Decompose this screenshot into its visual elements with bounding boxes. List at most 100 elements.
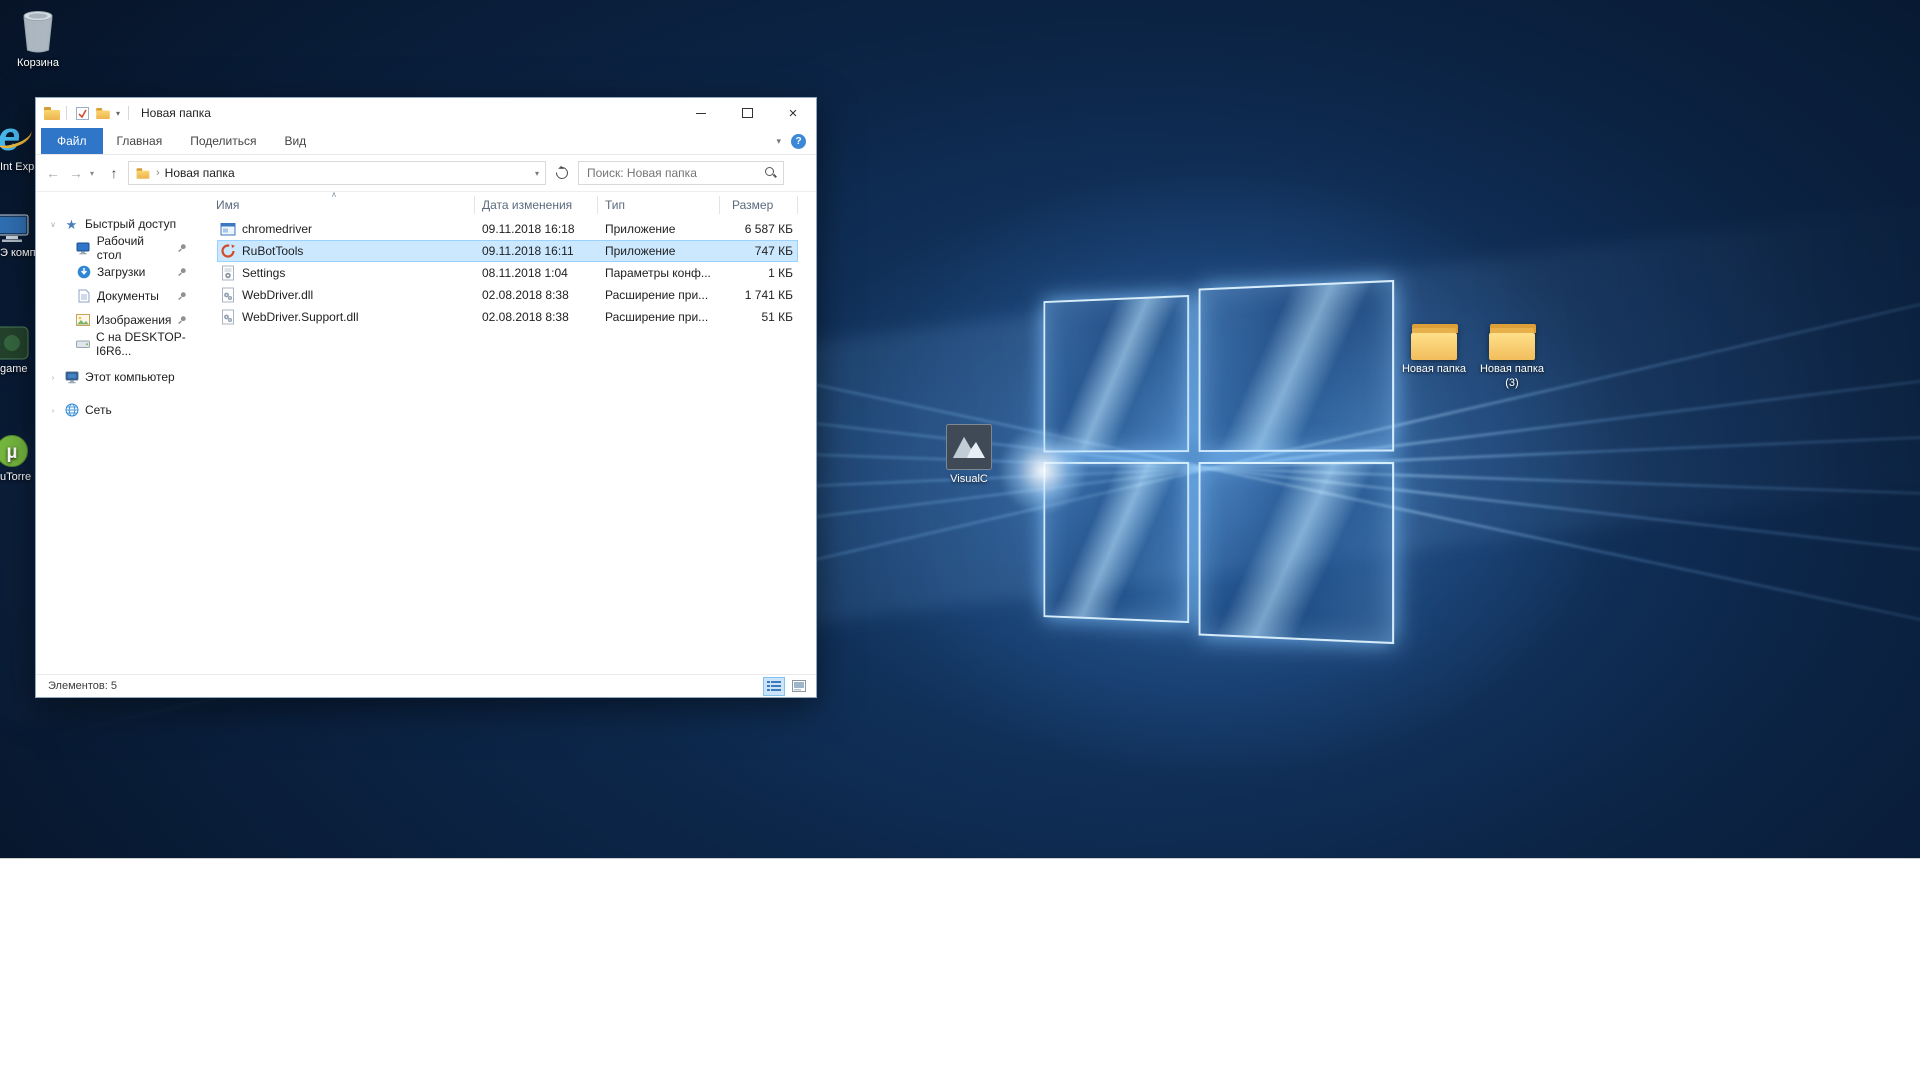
sidebar-item-network[interactable]: › Сеть [36, 398, 199, 422]
desktop-icon-label: Новая папка (3) [1472, 363, 1552, 391]
desktop-icon-internet-explorer[interactable]: e Int Exp [0, 118, 38, 175]
file-row[interactable]: Settings 08.11.2018 1:04 Параметры конф.… [217, 262, 798, 284]
column-header-date[interactable]: Дата изменения [475, 196, 598, 214]
settings-file-icon [220, 265, 236, 281]
refresh-icon [554, 165, 571, 182]
tab-home[interactable]: Главная [103, 128, 177, 154]
file-size: 1 741 КБ [720, 288, 798, 302]
file-size: 6 587 КБ [720, 222, 798, 236]
desktop-icon-visualc[interactable]: VisualC [930, 424, 1008, 487]
sidebar-item-label: Документы [97, 289, 159, 303]
quick-access-star-icon: ★ [64, 218, 79, 231]
address-bar[interactable]: › Новая папка ▾ [128, 161, 546, 185]
desktop-icon-label: Э комп [0, 247, 38, 261]
rubottools-icon [220, 243, 236, 259]
status-bar: Элементов: 5 [36, 674, 816, 697]
navigation-toolbar: ← → ▾ ↑ › Новая папка ▾ [36, 155, 816, 192]
titlebar[interactable]: ▾ Новая папка × [36, 98, 816, 128]
ribbon-tabs: Файл Главная Поделиться Вид ▾ ? [36, 128, 816, 155]
recent-locations-dropdown[interactable]: ▾ [90, 169, 100, 178]
search-icon [765, 167, 777, 179]
refresh-button[interactable] [551, 167, 573, 179]
explorer-window: ▾ Новая папка × Файл Главная Поделиться … [35, 97, 817, 698]
qat-customize-dropdown[interactable]: ▾ [114, 109, 122, 118]
address-dropdown-icon[interactable]: ▾ [535, 169, 539, 178]
close-button[interactable]: × [770, 98, 816, 128]
file-row[interactable]: WebDriver.dll 02.08.2018 8:38 Расширение… [217, 284, 798, 306]
sidebar-item-desktop[interactable]: Рабочий стол [36, 236, 199, 260]
desktop-icon-game[interactable]: game [0, 326, 38, 377]
file-size: 1 КБ [720, 266, 798, 280]
file-row-selected[interactable]: RuBotTools 09.11.2018 16:11 Приложение 7… [217, 240, 798, 262]
file-row[interactable]: WebDriver.Support.dll 02.08.2018 8:38 Ра… [217, 306, 798, 328]
window-folder-icon [44, 107, 60, 120]
navigation-pane: ∨ ★ Быстрый доступ Рабочий стол [36, 192, 199, 674]
file-name: WebDriver.dll [242, 288, 313, 302]
up-button[interactable]: ↑ [105, 165, 123, 181]
application-icon [220, 221, 236, 237]
column-header-type[interactable]: Тип [598, 196, 720, 214]
sidebar-item-label: Этот компьютер [85, 370, 175, 384]
svg-text:µ: µ [7, 442, 18, 463]
downloads-icon [76, 265, 91, 279]
desktop: Корзина e Int Exp Э комп game [0, 0, 1920, 1080]
maximize-button[interactable] [724, 98, 770, 128]
forward-button[interactable]: → [67, 165, 85, 181]
folder-icon [1472, 324, 1552, 360]
sidebar-item-downloads[interactable]: Загрузки [36, 260, 199, 284]
chevron-down-icon[interactable]: ∨ [48, 220, 58, 229]
file-size: 51 КБ [720, 310, 798, 324]
sidebar-item-label: C на DESKTOP-I6R6... [96, 330, 199, 358]
sort-ascending-icon: ∧ [331, 190, 337, 199]
computer-icon [0, 214, 38, 244]
help-button[interactable]: ? [791, 134, 806, 149]
check-icon [76, 107, 89, 120]
desktop-icon-new-folder-3[interactable]: Новая папка (3) [1472, 324, 1552, 391]
desktop-icon-utorrent[interactable]: µ uTorre [0, 434, 38, 485]
divider [128, 106, 129, 120]
internet-explorer-icon: e [0, 118, 38, 158]
maximize-icon [742, 108, 753, 118]
sidebar-item-label: Изображения [96, 313, 171, 327]
details-view-button[interactable] [763, 677, 785, 696]
tab-view[interactable]: Вид [270, 128, 320, 154]
file-type: Параметры конф... [598, 266, 720, 280]
sidebar-item-documents[interactable]: Документы [36, 284, 199, 308]
back-button[interactable]: ← [44, 165, 62, 181]
breadcrumb[interactable]: Новая папка [165, 166, 235, 180]
sidebar-item-this-pc[interactable]: › Этот компьютер [36, 365, 199, 389]
desktop-icon-label: game [0, 363, 38, 377]
qat-properties-button[interactable] [73, 107, 92, 120]
windows-logo-pane [1199, 462, 1395, 644]
desktop-icon-recycle-bin[interactable]: Корзина [2, 8, 74, 71]
column-header-name[interactable]: Имя [199, 196, 475, 214]
pictures-icon [76, 314, 90, 326]
file-type: Расширение при... [598, 310, 720, 324]
thumbnails-view-button[interactable] [788, 677, 810, 696]
drive-icon [76, 339, 90, 349]
sidebar-item-c-drive[interactable]: C на DESKTOP-I6R6... [36, 332, 199, 356]
file-date: 08.11.2018 1:04 [475, 266, 598, 280]
desktop-folder-icon [76, 242, 91, 255]
dll-file-icon [220, 287, 236, 303]
sidebar-item-label: Сеть [85, 403, 112, 417]
minimize-button[interactable] [678, 98, 724, 128]
tab-share[interactable]: Поделиться [176, 128, 270, 154]
chevron-right-icon[interactable]: › [48, 373, 58, 382]
tab-file[interactable]: Файл [41, 128, 103, 154]
file-type: Приложение [598, 244, 720, 258]
search-box[interactable] [578, 161, 784, 185]
utorrent-icon: µ [0, 434, 38, 468]
desktop-icon-this-pc[interactable]: Э комп [0, 214, 38, 261]
pin-icon [177, 291, 187, 301]
sidebar-item-quick-access[interactable]: ∨ ★ Быстрый доступ [36, 212, 199, 236]
file-row[interactable]: chromedriver 09.11.2018 16:18 Приложение… [217, 218, 798, 240]
network-icon [64, 403, 79, 417]
chevron-right-icon[interactable]: › [48, 406, 58, 415]
sidebar-item-pictures[interactable]: Изображения [36, 308, 199, 332]
column-header-size[interactable]: Размер [720, 196, 798, 214]
search-input[interactable] [585, 165, 765, 181]
qat-new-folder-button[interactable] [92, 107, 114, 120]
desktop-icon-new-folder[interactable]: Новая папка [1395, 324, 1473, 377]
ribbon-collapse-icon[interactable]: ▾ [776, 136, 781, 147]
